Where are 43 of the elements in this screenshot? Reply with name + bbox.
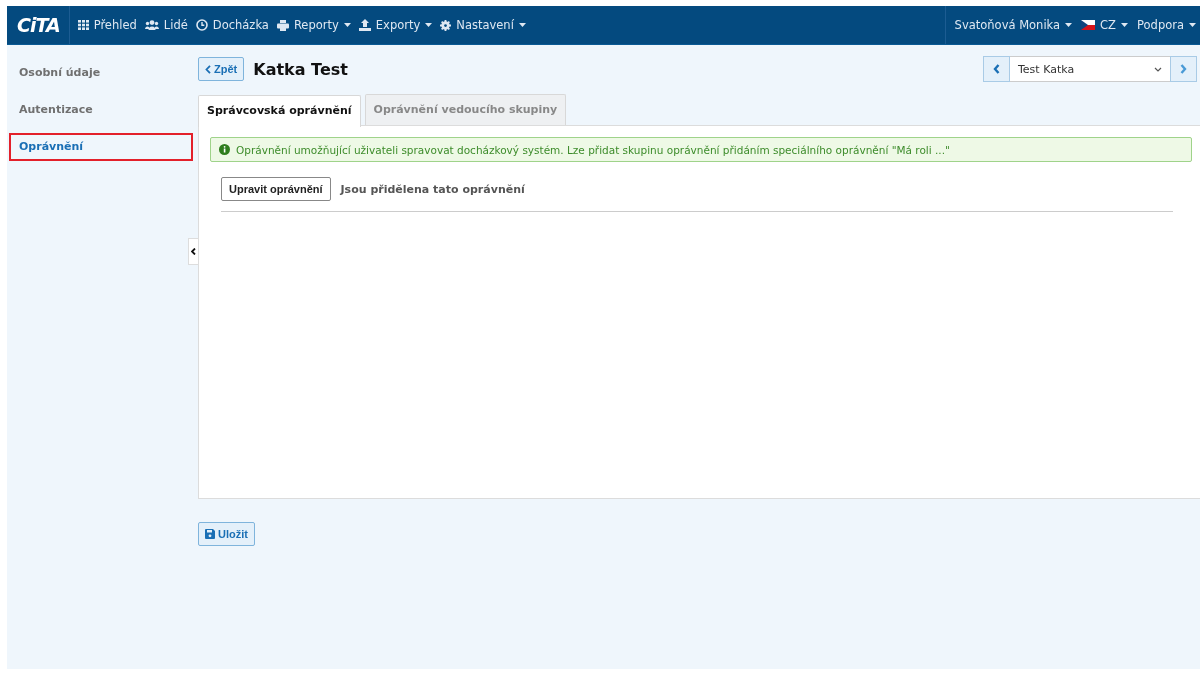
grid-icon [77,20,89,30]
edit-permissions-button[interactable]: Upravit oprávnění [221,177,331,201]
sidebar-item[interactable]: Autentizace [9,96,193,124]
nav-link[interactable]: Svatoňová Monika [954,18,1073,32]
nav-link[interactable]: Exporty [358,18,433,32]
chevron-down-icon [1154,66,1162,72]
nav-link[interactable]: Docházka [195,18,269,32]
save-button[interactable]: Uložit [198,522,255,546]
chevron-right-icon [1180,64,1187,74]
printer-icon [276,19,289,31]
users-icon [144,20,159,30]
caret-icon [1189,23,1196,27]
caret-icon [425,23,433,27]
nav-link[interactable]: Lidé [144,18,188,32]
chevron-left-icon [993,64,1000,74]
info-icon [219,144,230,155]
page-title: Katka Test [253,59,348,79]
clock-icon [195,19,208,31]
assigned-permissions-label: Jsou přidělena tato oprávnění [340,182,525,196]
nav-link[interactable]: Podpora [1137,18,1196,32]
sidebar-item[interactable]: Oprávnění [9,133,193,161]
collapse-sidebar-button[interactable] [188,238,199,265]
nav-link[interactable]: Reporty [276,18,351,32]
person-select[interactable]: Test Katka [1010,56,1170,82]
nav-link[interactable]: CZ [1081,18,1128,32]
caret-icon [1121,23,1128,27]
logo[interactable]: CiTA [7,6,70,44]
back-button[interactable]: Zpět [198,57,245,81]
chevron-left-icon [205,64,211,74]
settings-icon [440,19,452,31]
previous-button[interactable] [983,56,1010,82]
nav-link[interactable]: Přehled [77,18,137,32]
nav-link[interactable]: Nastavení [440,18,526,32]
export-icon [358,19,371,31]
caret-icon [343,23,351,27]
sidebar-item[interactable]: Osobní údaje [9,59,193,87]
czech-flag-icon [1081,20,1096,30]
caret-icon [518,23,526,27]
tab[interactable]: Správcovská oprávnění [198,95,361,127]
next-button[interactable] [1170,56,1197,82]
chevron-left-icon [191,248,196,255]
info-alert: Oprávnění umožňující uživateli spravovat docházkový systém. Lze přidat skupinu oprávnění přidáním speciálního oprávnění "Má roli ..." [210,137,1192,162]
caret-icon [1065,23,1073,27]
